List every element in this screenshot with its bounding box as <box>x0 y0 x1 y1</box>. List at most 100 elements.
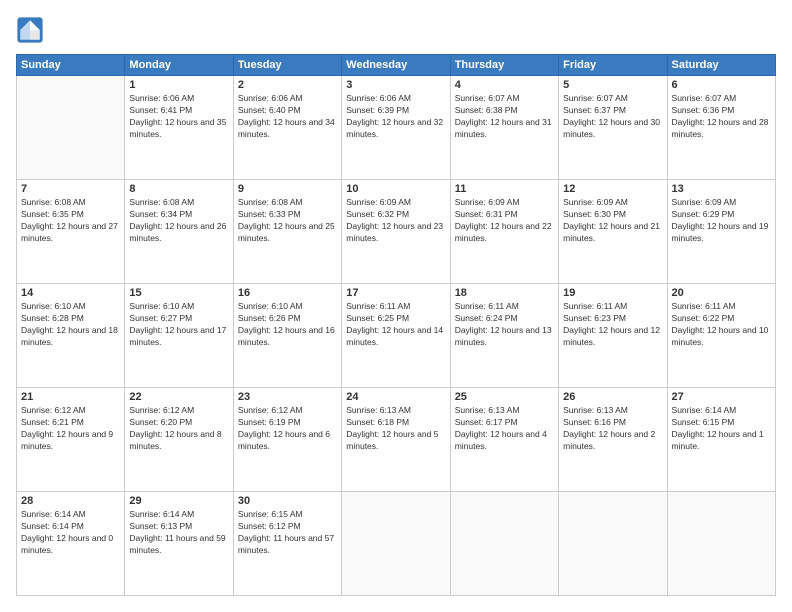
day-number: 1 <box>129 79 228 91</box>
day-number: 2 <box>238 79 337 91</box>
calendar-cell: 12 Sunrise: 6:09 AM Sunset: 6:30 PM Dayli… <box>559 180 667 284</box>
calendar-cell: 16 Sunrise: 6:10 AM Sunset: 6:26 PM Dayli… <box>233 284 341 388</box>
calendar-cell: 23Sunrise: 6:12 AM Sunset: 6:19 PM Dayli… <box>233 388 341 492</box>
day-detail: Sunrise: 6:15 AM Sunset: 6:12 PM Dayligh… <box>238 509 337 557</box>
weekday-header: Tuesday <box>233 55 341 76</box>
day-detail: Sunrise: 6:14 AM Sunset: 6:13 PM Dayligh… <box>129 509 228 557</box>
day-detail: Sunrise: 6:10 AM Sunset: 6:28 PM Dayligh… <box>21 301 120 349</box>
day-detail: Sunrise: 6:10 AM Sunset: 6:27 PM Dayligh… <box>129 301 228 349</box>
day-detail: Sunrise: 6:13 AM Sunset: 6:18 PM Dayligh… <box>346 405 445 453</box>
weekday-header: Friday <box>559 55 667 76</box>
calendar-cell: 5 Sunrise: 6:07 AM Sunset: 6:37 PM Daylig… <box>559 76 667 180</box>
calendar-cell: 28Sunrise: 6:14 AM Sunset: 6:14 PM Dayli… <box>17 492 125 596</box>
calendar-cell: 27Sunrise: 6:14 AM Sunset: 6:15 PM Dayli… <box>667 388 775 492</box>
day-detail: Sunrise: 6:10 AM Sunset: 6:26 PM Dayligh… <box>238 301 337 349</box>
day-number: 25 <box>455 391 554 403</box>
day-number: 14 <box>21 287 120 299</box>
day-number: 16 <box>238 287 337 299</box>
calendar-cell <box>342 492 450 596</box>
calendar-cell: 20Sunrise: 6:11 AM Sunset: 6:22 PM Dayli… <box>667 284 775 388</box>
calendar-cell <box>17 76 125 180</box>
day-number: 24 <box>346 391 445 403</box>
day-number: 8 <box>129 183 228 195</box>
calendar-cell: 14 Sunrise: 6:10 AM Sunset: 6:28 PM Dayli… <box>17 284 125 388</box>
day-number: 5 <box>563 79 662 91</box>
calendar-cell: 2 Sunrise: 6:06 AM Sunset: 6:40 PM Daylig… <box>233 76 341 180</box>
calendar-cell: 4 Sunrise: 6:07 AM Sunset: 6:38 PM Daylig… <box>450 76 558 180</box>
day-detail: Sunrise: 6:08 AM Sunset: 6:33 PM Dayligh… <box>238 197 337 245</box>
day-detail: Sunrise: 6:12 AM Sunset: 6:21 PM Dayligh… <box>21 405 120 453</box>
weekday-header: Wednesday <box>342 55 450 76</box>
calendar-cell: 7 Sunrise: 6:08 AM Sunset: 6:35 PM Daylig… <box>17 180 125 284</box>
day-number: 12 <box>563 183 662 195</box>
day-number: 28 <box>21 495 120 507</box>
day-detail: Sunrise: 6:07 AM Sunset: 6:38 PM Dayligh… <box>455 93 554 141</box>
day-detail: Sunrise: 6:06 AM Sunset: 6:39 PM Dayligh… <box>346 93 445 141</box>
calendar-week-row: 28Sunrise: 6:14 AM Sunset: 6:14 PM Dayli… <box>17 492 776 596</box>
day-detail: Sunrise: 6:11 AM Sunset: 6:24 PM Dayligh… <box>455 301 554 349</box>
day-number: 18 <box>455 287 554 299</box>
day-detail: Sunrise: 6:07 AM Sunset: 6:37 PM Dayligh… <box>563 93 662 141</box>
day-number: 17 <box>346 287 445 299</box>
calendar-cell: 30 Sunrise: 6:15 AM Sunset: 6:12 PM Dayli… <box>233 492 341 596</box>
day-number: 11 <box>455 183 554 195</box>
day-detail: Sunrise: 6:13 AM Sunset: 6:17 PM Dayligh… <box>455 405 554 453</box>
day-number: 26 <box>563 391 662 403</box>
calendar-cell: 26 Sunrise: 6:13 AM Sunset: 6:16 PM Dayli… <box>559 388 667 492</box>
day-detail: Sunrise: 6:11 AM Sunset: 6:23 PM Dayligh… <box>563 301 662 349</box>
day-number: 22 <box>129 391 228 403</box>
calendar-cell: 10Sunrise: 6:09 AM Sunset: 6:32 PM Dayli… <box>342 180 450 284</box>
weekday-header-row: SundayMondayTuesdayWednesdayThursdayFrid… <box>17 55 776 76</box>
day-number: 23 <box>238 391 337 403</box>
calendar-cell: 13 Sunrise: 6:09 AM Sunset: 6:29 PM Dayli… <box>667 180 775 284</box>
day-number: 30 <box>238 495 337 507</box>
day-number: 19 <box>563 287 662 299</box>
calendar-week-row: 7 Sunrise: 6:08 AM Sunset: 6:35 PM Daylig… <box>17 180 776 284</box>
calendar-cell <box>450 492 558 596</box>
calendar-cell: 3 Sunrise: 6:06 AM Sunset: 6:39 PM Daylig… <box>342 76 450 180</box>
day-detail: Sunrise: 6:14 AM Sunset: 6:15 PM Dayligh… <box>672 405 771 453</box>
day-detail: Sunrise: 6:09 AM Sunset: 6:31 PM Dayligh… <box>455 197 554 245</box>
weekday-header: Thursday <box>450 55 558 76</box>
day-detail: Sunrise: 6:09 AM Sunset: 6:29 PM Dayligh… <box>672 197 771 245</box>
calendar-cell: 17 Sunrise: 6:11 AM Sunset: 6:25 PM Dayli… <box>342 284 450 388</box>
logo-icon <box>16 16 44 44</box>
calendar-cell: 1 Sunrise: 6:06 AM Sunset: 6:41 PM Daylig… <box>125 76 233 180</box>
day-detail: Sunrise: 6:08 AM Sunset: 6:35 PM Dayligh… <box>21 197 120 245</box>
day-number: 15 <box>129 287 228 299</box>
calendar-cell: 21Sunrise: 6:12 AM Sunset: 6:21 PM Dayli… <box>17 388 125 492</box>
day-detail: Sunrise: 6:11 AM Sunset: 6:22 PM Dayligh… <box>672 301 771 349</box>
calendar-cell: 8 Sunrise: 6:08 AM Sunset: 6:34 PM Daylig… <box>125 180 233 284</box>
day-number: 7 <box>21 183 120 195</box>
day-number: 4 <box>455 79 554 91</box>
weekday-header: Sunday <box>17 55 125 76</box>
calendar-cell: 19 Sunrise: 6:11 AM Sunset: 6:23 PM Dayli… <box>559 284 667 388</box>
day-detail: Sunrise: 6:09 AM Sunset: 6:30 PM Dayligh… <box>563 197 662 245</box>
weekday-header: Monday <box>125 55 233 76</box>
day-detail: Sunrise: 6:07 AM Sunset: 6:36 PM Dayligh… <box>672 93 771 141</box>
day-detail: Sunrise: 6:12 AM Sunset: 6:20 PM Dayligh… <box>129 405 228 453</box>
calendar-cell: 9 Sunrise: 6:08 AM Sunset: 6:33 PM Daylig… <box>233 180 341 284</box>
calendar-week-row: 1 Sunrise: 6:06 AM Sunset: 6:41 PM Daylig… <box>17 76 776 180</box>
logo <box>16 16 48 44</box>
calendar-week-row: 21Sunrise: 6:12 AM Sunset: 6:21 PM Dayli… <box>17 388 776 492</box>
calendar-cell <box>667 492 775 596</box>
day-number: 3 <box>346 79 445 91</box>
day-detail: Sunrise: 6:09 AM Sunset: 6:32 PM Dayligh… <box>346 197 445 245</box>
header <box>16 16 776 44</box>
weekday-header: Saturday <box>667 55 775 76</box>
day-detail: Sunrise: 6:13 AM Sunset: 6:16 PM Dayligh… <box>563 405 662 453</box>
day-number: 29 <box>129 495 228 507</box>
calendar-cell: 24 Sunrise: 6:13 AM Sunset: 6:18 PM Dayli… <box>342 388 450 492</box>
day-detail: Sunrise: 6:08 AM Sunset: 6:34 PM Dayligh… <box>129 197 228 245</box>
calendar-week-row: 14 Sunrise: 6:10 AM Sunset: 6:28 PM Dayli… <box>17 284 776 388</box>
day-detail: Sunrise: 6:06 AM Sunset: 6:41 PM Dayligh… <box>129 93 228 141</box>
calendar-cell <box>559 492 667 596</box>
day-number: 9 <box>238 183 337 195</box>
day-detail: Sunrise: 6:06 AM Sunset: 6:40 PM Dayligh… <box>238 93 337 141</box>
day-detail: Sunrise: 6:11 AM Sunset: 6:25 PM Dayligh… <box>346 301 445 349</box>
calendar-cell: 6Sunrise: 6:07 AM Sunset: 6:36 PM Daylig… <box>667 76 775 180</box>
day-number: 13 <box>672 183 771 195</box>
calendar-cell: 22 Sunrise: 6:12 AM Sunset: 6:20 PM Dayli… <box>125 388 233 492</box>
calendar-cell: 15 Sunrise: 6:10 AM Sunset: 6:27 PM Dayli… <box>125 284 233 388</box>
